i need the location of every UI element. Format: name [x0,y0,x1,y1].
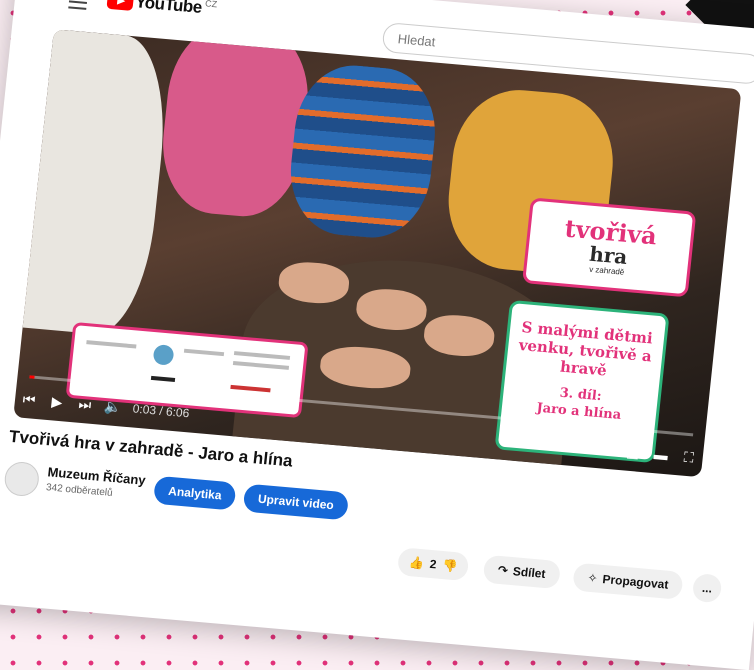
previous-icon[interactable]: ⏮ [14,384,45,414]
sponsor-logo [86,340,137,349]
sponsor-text [233,351,291,360]
miniplayer-icon[interactable]: ◰ [618,437,649,467]
sponsor-logo [152,344,175,366]
youtube-page-card: YouTube CZ Hledat tvořivá hra v zahradě [0,0,754,670]
youtube-logo[interactable]: YouTube CZ [106,0,218,19]
promote-label: Propagovat [601,572,670,592]
next-icon[interactable]: ⏭ [70,389,101,419]
edit-video-button[interactable]: Upravit video [242,483,350,521]
sponsor-text [232,361,290,370]
more-actions-button[interactable]: ... [691,573,723,604]
subtitles-icon[interactable]: ▭ [562,432,593,462]
sponsor-logo [183,348,225,357]
channel-row: Muzeum Říčany 342 odběratelů Analytika U… [3,459,725,562]
time-display: 0:03 / 6:06 [132,401,191,421]
sponsor-logo [150,375,176,382]
share-button[interactable]: ↷ Sdílet [482,554,561,590]
dislike-icon[interactable]: 👎 [442,558,458,573]
sponsor-logo [230,384,271,393]
like-count: 2 [429,556,438,572]
like-dislike-group: 👍 2 👎 [396,547,470,582]
channel-avatar[interactable] [3,460,41,498]
video-player[interactable]: tvořivá hra v zahradě S malými dětmi ven… [13,29,742,478]
logo-word-2: hra [588,241,629,269]
fullscreen-icon[interactable]: ⛶ [673,442,704,472]
settings-gear-icon[interactable]: ⚙ [590,435,621,465]
promote-button[interactable]: ✧ Propagovat [572,562,684,600]
video-scene-child-pink [155,29,316,221]
play-icon[interactable]: ▶ [42,387,73,417]
share-label: Sdílet [512,564,547,581]
video-scene-person-left [22,29,174,338]
subscriber-count: 342 odběratelů [45,482,114,499]
volume-icon[interactable]: 🔈 [97,392,128,422]
youtube-wordmark: YouTube [134,0,203,17]
video-scene-child-striped [284,60,442,243]
like-icon[interactable]: 👍 [408,555,424,570]
episode-tagline: S malými dětmi venku, tvořivě a hravě [517,318,654,380]
youtube-play-icon [106,0,135,11]
country-code: CZ [204,0,218,10]
promote-icon: ✧ [586,570,599,586]
tvoriva-hra-logo: tvořivá hra v zahradě [522,197,697,298]
analytics-button[interactable]: Analytika [152,475,237,511]
share-icon: ↷ [497,562,509,578]
logo-subtitle: v zahradě [588,264,625,277]
theater-mode-icon[interactable]: ▬ [645,439,676,469]
progress-fill [29,375,35,379]
hamburger-menu-icon[interactable] [68,0,88,10]
